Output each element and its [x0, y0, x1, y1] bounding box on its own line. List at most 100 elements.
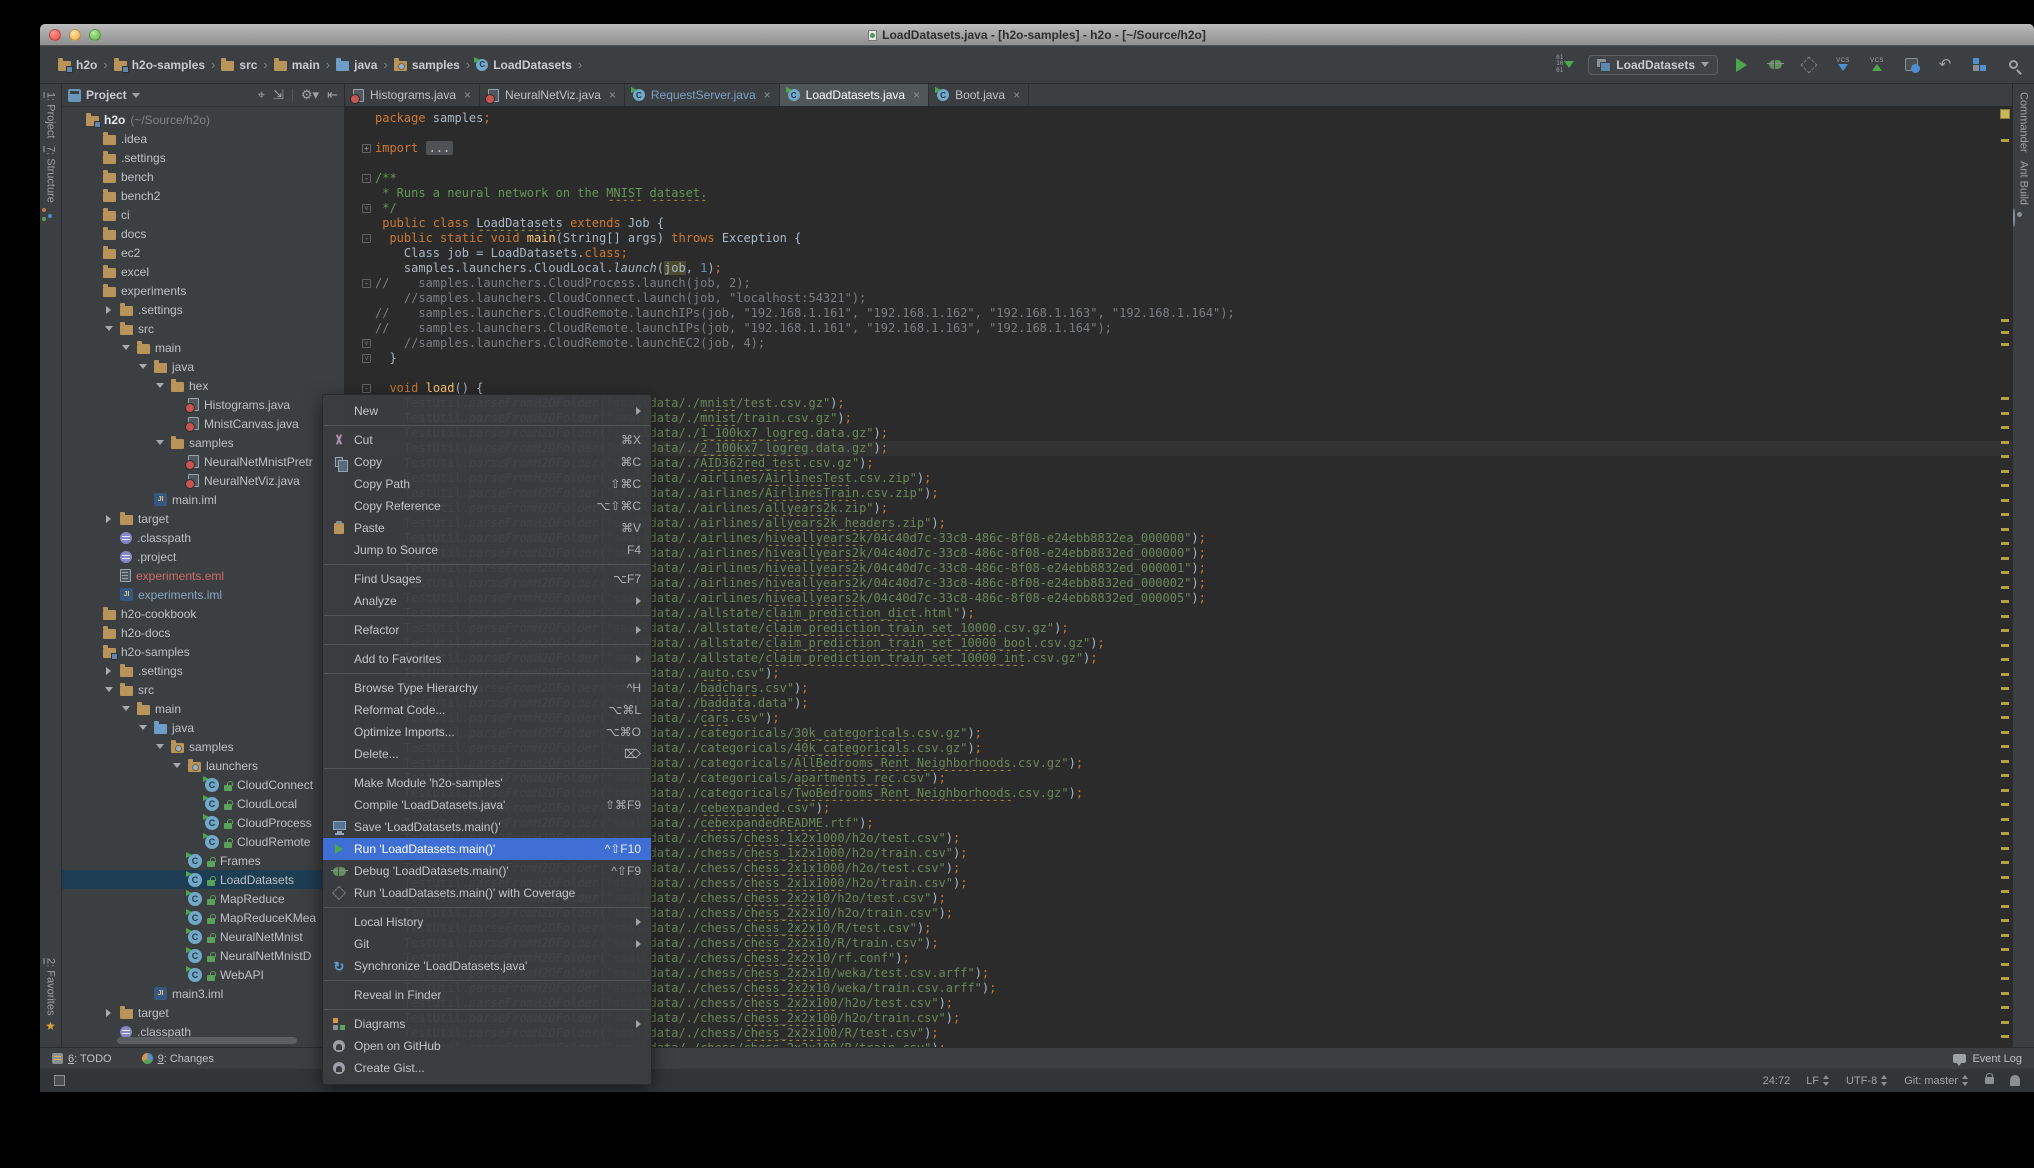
menu-item-browse-type-hierarchy[interactable]: Browse Type Hierarchy^H: [323, 677, 651, 699]
vcs-update-button[interactable]: VCS: [1832, 54, 1854, 76]
fold-expand-icon[interactable]: +: [362, 144, 371, 153]
tree-row-java[interactable]: java: [62, 718, 344, 737]
close-tab-icon[interactable]: ×: [913, 88, 920, 102]
tree-row-h2o-cookbook[interactable]: h2o-cookbook: [62, 604, 344, 623]
tree-row-main[interactable]: main: [62, 699, 344, 718]
search-everywhere-button[interactable]: [2002, 54, 2024, 76]
vcs-commit-button[interactable]: VCS: [1866, 54, 1888, 76]
close-tab-icon[interactable]: ×: [764, 88, 771, 102]
tree-row-.settings[interactable]: .settings: [62, 148, 344, 167]
tree-row-bench[interactable]: bench: [62, 167, 344, 186]
breadcrumb-item-main[interactable]: main: [271, 56, 323, 74]
lock-icon[interactable]: [1985, 1077, 1994, 1084]
menu-item-reveal-in-finder[interactable]: Reveal in Finder: [323, 984, 651, 1006]
toolwindow-stripe-button-commander[interactable]: Commander: [2013, 92, 2034, 153]
tree-row-hex[interactable]: hex: [62, 376, 344, 395]
menu-item-refactor[interactable]: Refactor: [323, 619, 651, 641]
update-sources-icon[interactable]: 011001: [1554, 54, 1576, 76]
hide-panel-icon[interactable]: ⇤: [327, 87, 338, 103]
menu-item-synchronize-loaddatasets-java-[interactable]: ↻Synchronize 'LoadDatasets.java': [323, 955, 651, 977]
tree-row-excel[interactable]: excel: [62, 262, 344, 281]
locate-icon[interactable]: ⌖: [258, 87, 265, 103]
tree-row-java[interactable]: java: [62, 357, 344, 376]
breadcrumb-item-LoadDatasets[interactable]: CLoadDatasets: [473, 56, 575, 74]
tree-row-h2o-docs[interactable]: h2o-docs: [62, 623, 344, 642]
menu-item-find-usages[interactable]: Find Usages⌥F7: [323, 568, 651, 590]
chevron-expanded-icon[interactable]: [136, 364, 149, 369]
tree-row-launchers[interactable]: launchers: [62, 756, 344, 775]
tree-row-h2o-samples[interactable]: h2o-samples: [62, 642, 344, 661]
toolwindow-stripe-button-1-project[interactable]: 1: Project: [40, 92, 61, 138]
menu-item-open-on-github[interactable]: Open on GitHub: [323, 1035, 651, 1057]
tab-NeuralNetViz.java[interactable]: NeuralNetViz.java×: [480, 84, 625, 106]
menu-item-jump-to-source[interactable]: Jump to SourceF4: [323, 539, 651, 561]
collapse-all-icon[interactable]: ⇲: [273, 87, 284, 103]
tree-row-WebAPI[interactable]: CWebAPI: [62, 965, 344, 984]
tree-row-MnistCanvas.java[interactable]: MnistCanvas.java: [62, 414, 344, 433]
tree-row-MapReduceKMea[interactable]: CMapReduceKMea: [62, 908, 344, 927]
tree-row-NeuralNetMnistPretr[interactable]: NeuralNetMnistPretr: [62, 452, 344, 471]
tree-row-experiments.eml[interactable]: experiments.eml: [62, 566, 344, 585]
close-tab-icon[interactable]: ×: [464, 88, 471, 102]
run-with-coverage-button[interactable]: [1798, 54, 1820, 76]
chevron-expanded-icon[interactable]: [153, 744, 166, 749]
breadcrumb-item-samples[interactable]: samples: [391, 56, 463, 74]
event-log-button[interactable]: Event Log: [1953, 1053, 2022, 1065]
breadcrumb-item-src[interactable]: src: [218, 56, 260, 74]
tree-row-target[interactable]: target: [62, 1003, 344, 1022]
tree-row-NeuralNetViz.java[interactable]: NeuralNetViz.java: [62, 471, 344, 490]
menu-item-new[interactable]: New: [323, 400, 651, 422]
error-stripe[interactable]: [1998, 107, 2012, 1047]
tree-row-src[interactable]: src: [62, 319, 344, 338]
encoding-select[interactable]: UTF-8: [1846, 1075, 1888, 1087]
tree-row-bench2[interactable]: bench2: [62, 186, 344, 205]
fold-end-icon[interactable]: ˅: [362, 354, 371, 363]
tree-row-.settings[interactable]: .settings: [62, 300, 344, 319]
tree-row-src[interactable]: src: [62, 680, 344, 699]
tree-row-main.iml[interactable]: JImain.iml: [62, 490, 344, 509]
fold-end-icon[interactable]: ˅: [362, 204, 371, 213]
fold-collapse-icon[interactable]: -: [362, 174, 371, 183]
breadcrumb-item-java[interactable]: java: [333, 56, 380, 74]
close-tab-icon[interactable]: ×: [1013, 88, 1020, 102]
menu-item-make-module-h2o-samples-[interactable]: Make Module 'h2o-samples': [323, 772, 651, 794]
changes-toolwindow-button[interactable]: 9: Changes: [142, 1053, 214, 1065]
undo-button[interactable]: ↶: [1934, 54, 1956, 76]
chevron-collapsed-icon[interactable]: [102, 1009, 115, 1017]
tree-row-.idea[interactable]: .idea: [62, 129, 344, 148]
tab-LoadDatasets.java[interactable]: CLoadDatasets.java×: [780, 84, 929, 106]
menu-item-analyze[interactable]: Analyze: [323, 590, 651, 612]
caret-position[interactable]: 24:72: [1763, 1075, 1791, 1087]
tab-RequestServer.java[interactable]: CRequestServer.java×: [625, 84, 780, 106]
chevron-collapsed-icon[interactable]: [102, 667, 115, 675]
fold-collapse-icon[interactable]: -: [362, 279, 371, 288]
menu-item-run-loaddatasets-main-[interactable]: Run 'LoadDatasets.main()'^⇧F10: [323, 838, 651, 860]
inspections-hector-icon[interactable]: [2010, 1075, 2020, 1086]
chevron-expanded-icon[interactable]: [102, 326, 115, 331]
menu-item-copy-path[interactable]: Copy Path⇧⌘C: [323, 473, 651, 495]
tree-row-.classpath[interactable]: .classpath: [62, 528, 344, 547]
tree-row-MapReduce[interactable]: CMapReduce: [62, 889, 344, 908]
tree-row-CloudConnect[interactable]: CCloudConnect: [62, 775, 344, 794]
tree-row-CloudLocal[interactable]: CCloudLocal: [62, 794, 344, 813]
tree-row-main[interactable]: main: [62, 338, 344, 357]
tree-row-LoadDatasets[interactable]: CLoadDatasets: [62, 870, 344, 889]
chevron-expanded-icon[interactable]: [153, 383, 166, 388]
menu-item-local-history[interactable]: Local History: [323, 911, 651, 933]
fold-collapse-icon[interactable]: -: [362, 234, 371, 243]
chevron-expanded-icon[interactable]: [102, 687, 115, 692]
tree-row-ci[interactable]: ci: [62, 205, 344, 224]
chevron-collapsed-icon[interactable]: [102, 306, 115, 314]
menu-item-reformat-code-[interactable]: Reformat Code...⌥⌘L: [323, 699, 651, 721]
chevron-expanded-icon[interactable]: [170, 763, 183, 768]
tree-row-NeuralNetMnistD[interactable]: CNeuralNetMnistD: [62, 946, 344, 965]
menu-item-delete-[interactable]: Delete...⌦: [323, 743, 651, 765]
breadcrumb-item-h2o-samples[interactable]: h2o-samples: [111, 56, 208, 74]
git-branch-select[interactable]: Git: master: [1904, 1075, 1969, 1087]
tree-row-h2o[interactable]: h2o (~/Source/h2o): [62, 110, 344, 129]
toggle-stripes-icon[interactable]: [54, 1075, 65, 1086]
project-structure-button[interactable]: [1968, 54, 1990, 76]
tree-row-samples[interactable]: samples: [62, 737, 344, 756]
tree-row-experiments.iml[interactable]: JIexperiments.iml: [62, 585, 344, 604]
toolwindow-stripe-button-2-favorites[interactable]: 2: Favorites: [40, 958, 61, 1015]
